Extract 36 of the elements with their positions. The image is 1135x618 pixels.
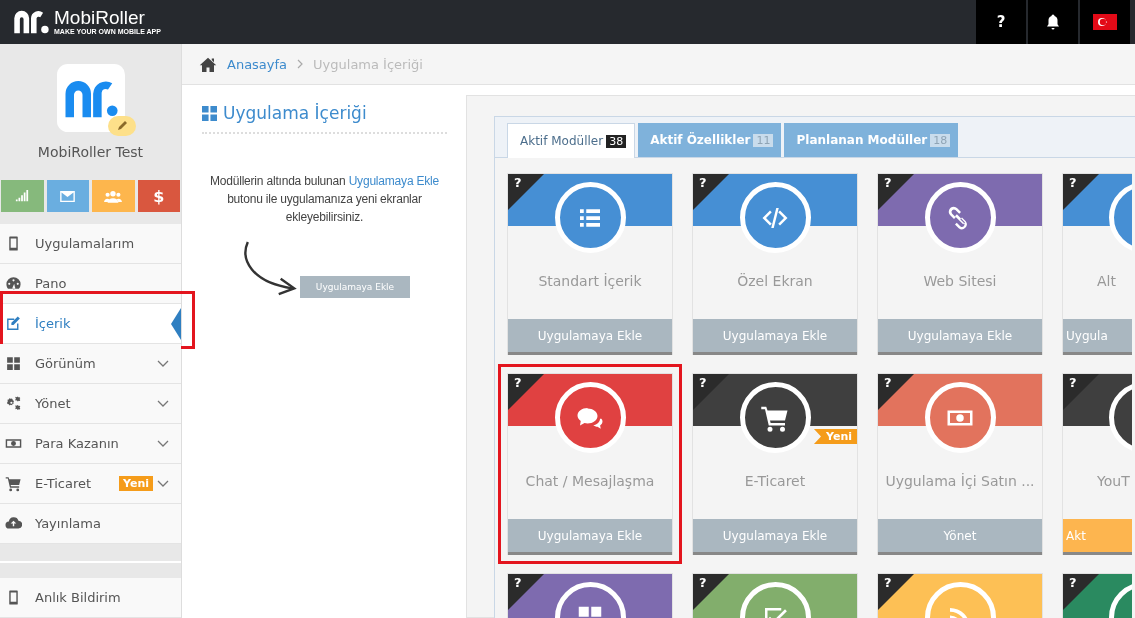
hint-text: Modüllerin altında bulunan Uygulamaya Ekle butonu ile uygulamanıza yeni ekranlar ekleyebilirsiniz. [208,173,441,226]
help-mark[interactable]: ? [884,375,892,390]
app-name: MobiRoller Test [37,144,144,160]
count-badge: 38 [606,134,627,148]
help-mark[interactable]: ? [699,175,707,190]
help-mark[interactable]: ? [514,375,522,390]
new-ribbon: Yeni [813,429,857,444]
help-mark[interactable]: ? [699,575,707,590]
module-title: Alt [1096,273,1117,289]
sidebar-item[interactable]: İçerik [0,304,181,344]
breadcrumb-current: Uygulama İçeriği [313,56,423,72]
module-title: Web Sitesi [922,273,998,289]
help-mark[interactable]: ? [514,575,522,590]
add-to-app-link[interactable]: Uygulamaya Ekle [348,174,440,188]
tab[interactable]: Aktif Modüller 38 [507,123,636,158]
logo-name: MobiRoller [54,8,146,28]
count-badge: 18 [930,133,951,147]
new-badge: Yeni [118,476,153,491]
help-button[interactable]: ? [976,0,1026,44]
help-mark[interactable]: ? [514,175,522,190]
panel-title: Uygulama İçeriği [223,103,367,123]
module-title: E-Ticaret [743,473,807,489]
module-title: Chat / Mesajlaşma [524,473,656,489]
help-mark[interactable]: ? [1069,175,1077,190]
quick-action-button[interactable]: $ [137,180,180,212]
module-title: YouT [1096,473,1131,489]
module-title: Özel Ekran [736,273,814,289]
sidebar-item[interactable]: Görünüm [0,344,181,384]
help-mark[interactable]: ? [884,575,892,590]
help-mark[interactable]: ? [884,175,892,190]
count-badge: 11 [753,133,774,147]
help-mark[interactable]: ? [1069,575,1077,590]
help-mark[interactable]: ? [1069,375,1077,390]
module-title: Uygulama İçi Satın ... [884,473,1036,489]
help-mark[interactable]: ? [699,375,707,390]
module-title: Standart İçerik [537,273,643,289]
